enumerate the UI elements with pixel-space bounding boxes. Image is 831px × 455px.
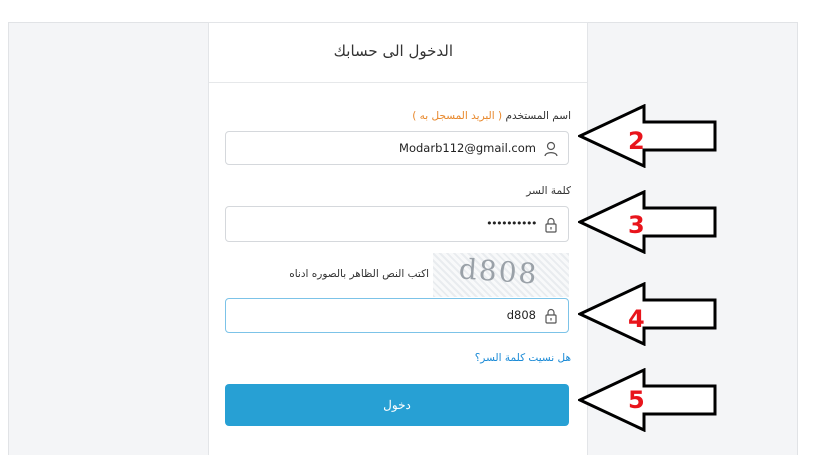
captcha-image: d808 <box>433 253 569 297</box>
arrow-annotation-5: 5 <box>578 368 717 432</box>
lock-icon <box>544 217 558 233</box>
username-label-text: اسم المستخدم <box>505 110 571 122</box>
username-value: Modarb112@gmail.com <box>399 141 536 155</box>
arrow-annotation-4: 4 <box>578 282 717 346</box>
captcha-label: اكتب النص الظاهر بالصوره ادناه <box>289 268 429 280</box>
username-label: اسم المستخدم ( البريد المسجل به ) <box>412 110 571 122</box>
page-title: الدخول الى حسابك <box>333 42 453 60</box>
annotation-label-3: 3 <box>628 211 645 239</box>
annotation-label-2: 2 <box>628 127 645 155</box>
annotation-label-4: 4 <box>628 305 645 333</box>
captcha-image-text: d808 <box>457 253 540 291</box>
captcha-field[interactable]: d808 <box>225 298 569 333</box>
arrow-annotation-2: 2 <box>578 104 717 168</box>
username-hint: ( البريد المسجل به ) <box>412 110 503 122</box>
login-card: الدخول الى حسابك اسم المستخدم ( البريد ا… <box>208 22 588 455</box>
annotation-label-5: 5 <box>628 386 645 414</box>
captcha-value: d808 <box>506 308 536 322</box>
user-icon <box>544 141 558 157</box>
password-label: كلمة السر <box>526 185 571 197</box>
username-field[interactable]: Modarb112@gmail.com <box>225 131 569 165</box>
arrow-annotation-3: 3 <box>578 190 717 254</box>
lock-icon <box>544 308 558 324</box>
password-field[interactable]: •••••••••• <box>225 206 569 242</box>
login-button[interactable]: دخول <box>225 384 569 426</box>
password-value: •••••••••• <box>486 217 537 230</box>
forgot-password-link[interactable]: هل نسيت كلمة السر؟ <box>475 352 571 364</box>
card-header: الدخول الى حسابك <box>209 23 587 83</box>
